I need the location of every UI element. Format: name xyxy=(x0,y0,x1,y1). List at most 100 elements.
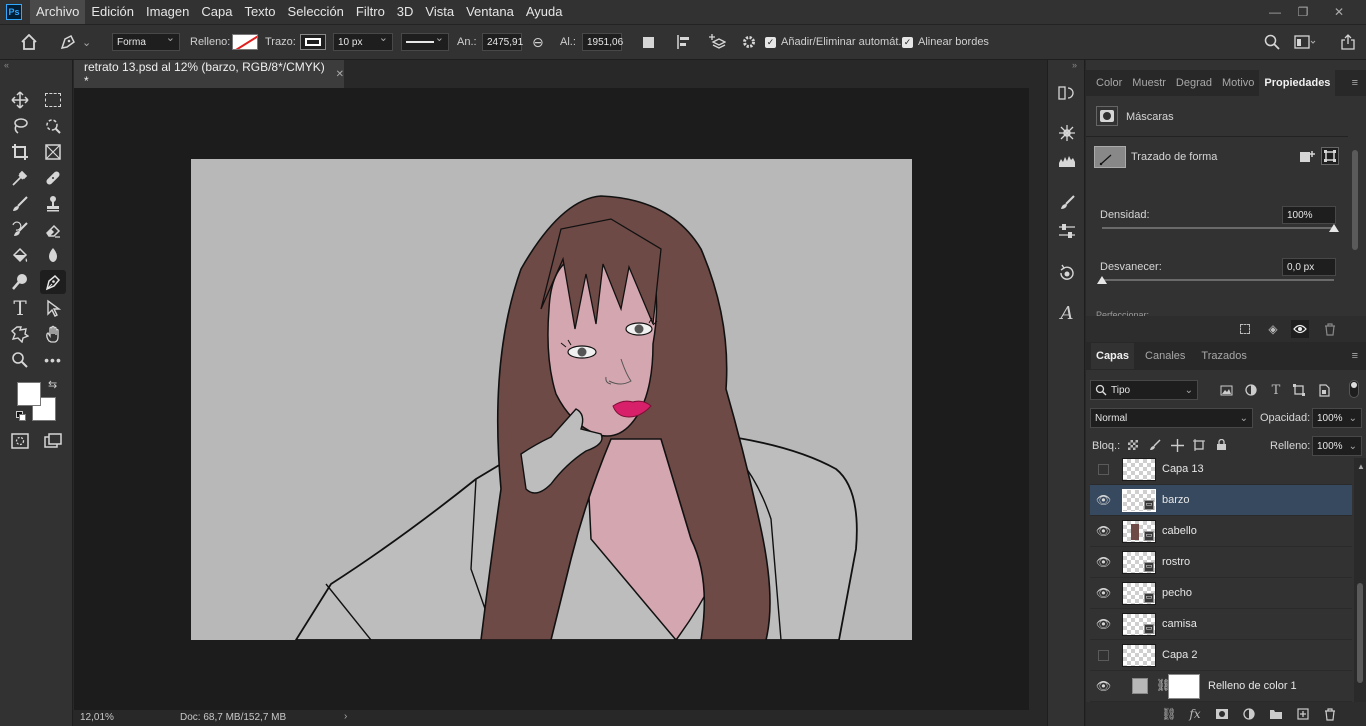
stroke-swatch[interactable] xyxy=(300,25,326,59)
path-selection-tool-icon[interactable] xyxy=(40,296,66,320)
density-slider-knob[interactable] xyxy=(1329,224,1339,232)
add-vector-mask-icon[interactable] xyxy=(1298,148,1316,166)
menu-ayuda[interactable]: Ayuda xyxy=(520,0,569,24)
collapse-toolbar-icon[interactable]: « xyxy=(4,60,9,70)
lock-artboard-icon[interactable] xyxy=(1190,436,1208,454)
type-tool-icon[interactable]: T xyxy=(7,296,33,320)
menu-edicion[interactable]: Edición xyxy=(85,0,140,24)
width-field[interactable]: 2475,91 xyxy=(482,33,523,51)
new-layer-icon[interactable] xyxy=(1294,705,1312,723)
lock-position-icon[interactable] xyxy=(1168,436,1186,454)
filter-smart-objects-icon[interactable] xyxy=(1315,381,1333,399)
height-field[interactable]: 1951,06 xyxy=(582,33,623,51)
new-group-folder-icon[interactable] xyxy=(1267,705,1285,723)
healing-brush-tool-icon[interactable] xyxy=(40,166,66,190)
add-layer-mask-icon[interactable] xyxy=(1213,705,1231,723)
eye-icon[interactable]: 👁 xyxy=(1096,617,1111,631)
history-panel-icon[interactable] xyxy=(1054,80,1080,106)
menu-capa[interactable]: Capa xyxy=(195,0,238,24)
clone-source-icon[interactable] xyxy=(1054,260,1080,286)
layer-row-camisa[interactable]: 👁 ▭ camisa xyxy=(1090,609,1352,640)
layers-scrollbar-thumb[interactable] xyxy=(1357,583,1363,683)
layer-row-pecho[interactable]: 👁 ▭ pecho xyxy=(1090,578,1352,609)
menu-imagen[interactable]: Imagen xyxy=(140,0,195,24)
filter-pixel-layers-icon[interactable] xyxy=(1217,381,1235,399)
feather-slider[interactable] xyxy=(1102,279,1334,281)
layer-row-cabello[interactable]: 👁 ▭ cabello xyxy=(1090,516,1352,547)
apply-mask-icon[interactable]: ◈ xyxy=(1264,320,1282,338)
feather-slider-knob[interactable] xyxy=(1097,276,1107,284)
panel-menu-icon[interactable]: ≡ xyxy=(1352,77,1358,89)
link-layers-icon[interactable]: ⛓ xyxy=(1160,705,1178,723)
collapse-panels-icon[interactable]: » xyxy=(1072,60,1077,70)
path-alignment-icon[interactable] xyxy=(676,25,692,59)
tab-properties[interactable]: Propiedades xyxy=(1259,70,1336,96)
menu-ventana[interactable]: Ventana xyxy=(460,0,520,24)
screen-mode-icon[interactable] xyxy=(40,429,66,453)
move-tool-icon[interactable] xyxy=(7,88,33,112)
trash-icon[interactable] xyxy=(1321,320,1339,338)
density-slider[interactable] xyxy=(1102,227,1334,229)
zoom-tool-icon[interactable] xyxy=(7,348,33,372)
filter-adjustment-layers-icon[interactable] xyxy=(1242,381,1260,399)
menu-vista[interactable]: Vista xyxy=(419,0,460,24)
brush-tool-icon[interactable] xyxy=(7,192,33,216)
eye-icon[interactable]: 👁 xyxy=(1096,524,1111,538)
swap-colors-icon[interactable]: ⇆ xyxy=(48,378,57,391)
menu-3d[interactable]: 3D xyxy=(391,0,420,24)
share-icon[interactable] xyxy=(1340,25,1356,59)
quick-selection-tool-icon[interactable] xyxy=(40,114,66,138)
eye-icon[interactable]: 👁 xyxy=(1096,679,1111,693)
custom-shape-tool-icon[interactable] xyxy=(7,322,33,346)
new-adjustment-layer-icon[interactable] xyxy=(1240,705,1258,723)
layer-filter-toggle[interactable] xyxy=(1349,380,1359,398)
default-colors-icon[interactable] xyxy=(16,411,26,421)
eraser-tool-icon[interactable] xyxy=(40,218,66,242)
foreground-color-swatch[interactable] xyxy=(17,382,41,406)
brushes-panel-icon[interactable] xyxy=(1054,190,1080,216)
select-path-icon[interactable] xyxy=(1321,147,1339,165)
workspace-icon[interactable] xyxy=(1294,25,1316,59)
eyedropper-tool-icon[interactable] xyxy=(7,166,33,190)
filter-shape-layers-icon[interactable] xyxy=(1290,381,1308,399)
layer-row-barzo[interactable]: 👁 ▭ barzo xyxy=(1090,485,1352,516)
restore-button[interactable]: ❐ xyxy=(1286,0,1320,24)
path-arrangement-icon[interactable] xyxy=(706,25,726,59)
visibility-toggle-off[interactable] xyxy=(1098,464,1109,475)
layers-scrollbar[interactable]: ▲ xyxy=(1354,458,1366,702)
lock-all-icon[interactable] xyxy=(1212,436,1230,454)
close-window-button[interactable]: ✕ xyxy=(1322,0,1356,24)
close-tab-icon[interactable]: ✕ xyxy=(336,69,344,80)
layer-style-fx-button[interactable]: fx xyxy=(1186,705,1204,723)
artwork-canvas[interactable] xyxy=(191,159,912,640)
search-icon[interactable] xyxy=(1264,25,1280,59)
layer-fill-field[interactable]: 100% ⌄ xyxy=(1312,436,1362,456)
paint-bucket-tool-icon[interactable] xyxy=(7,244,33,268)
tab-channels[interactable]: Canales xyxy=(1140,343,1190,369)
marquee-tool-icon[interactable] xyxy=(40,88,66,112)
tab-gradients[interactable]: Degrad xyxy=(1171,70,1217,96)
brush-settings-icon[interactable] xyxy=(1054,218,1080,244)
lock-image-pixels-icon[interactable] xyxy=(1146,436,1164,454)
histogram-panel-icon[interactable] xyxy=(1054,148,1080,174)
tab-paths[interactable]: Trazados xyxy=(1196,343,1251,369)
vertical-scrollbar[interactable] xyxy=(1029,88,1046,710)
clone-stamp-tool-icon[interactable] xyxy=(40,192,66,216)
blend-mode-select[interactable]: Normal ⌄ xyxy=(1090,408,1253,428)
tab-patterns[interactable]: Motivo xyxy=(1217,70,1259,96)
layer-filter-select[interactable]: Tipo ⌄ xyxy=(1090,380,1198,400)
load-selection-icon[interactable] xyxy=(1236,320,1254,338)
menu-seleccion[interactable]: Selección xyxy=(282,0,350,24)
layers-panel-menu-icon[interactable]: ≡ xyxy=(1352,350,1358,362)
pen-tool-preset-picker[interactable]: ⌄ xyxy=(58,25,98,59)
crop-tool-icon[interactable] xyxy=(7,140,33,164)
eye-icon[interactable]: 👁 xyxy=(1096,493,1111,507)
lasso-tool-icon[interactable] xyxy=(7,114,33,138)
density-field[interactable]: 100% xyxy=(1282,206,1336,224)
more-tools-icon[interactable]: ••• xyxy=(40,348,66,372)
status-menu-chevron-icon[interactable]: › xyxy=(344,711,347,722)
tab-layers[interactable]: Capas xyxy=(1091,343,1135,369)
eye-icon[interactable]: 👁 xyxy=(1096,555,1111,569)
menu-texto[interactable]: Texto xyxy=(238,0,281,24)
filter-type-layers-icon[interactable]: T xyxy=(1267,381,1285,399)
